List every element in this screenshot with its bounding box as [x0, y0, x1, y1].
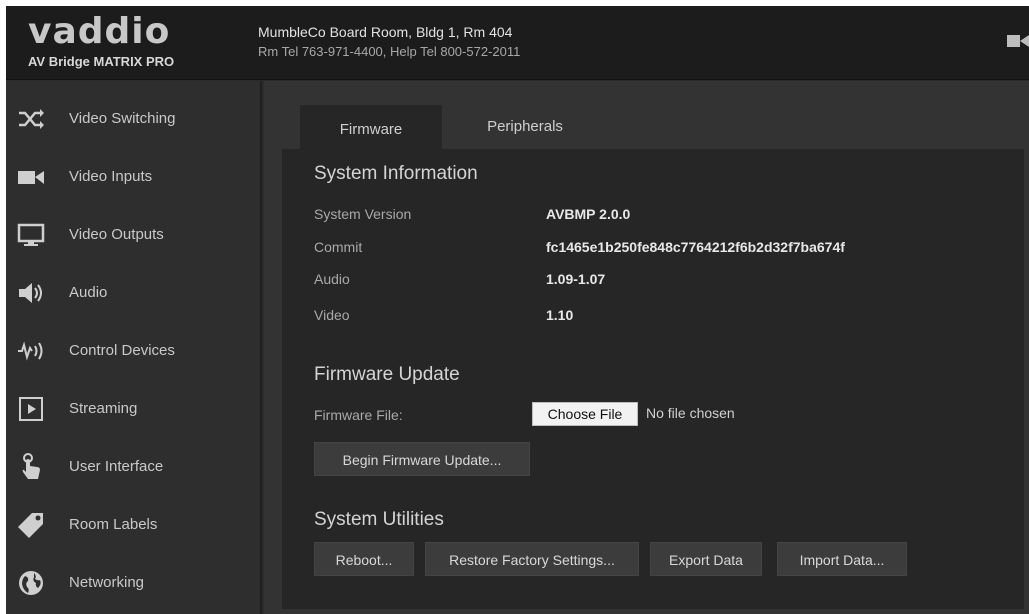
logo: vaddio AV Bridge MATRIX PRO	[6, 6, 244, 80]
header-bar: vaddio AV Bridge MATRIX PRO MumbleCo Boa…	[6, 6, 1029, 80]
room-phone: Rm Tel 763-971-4400, Help Tel 800-572-20…	[258, 44, 521, 59]
begin-firmware-update-button[interactable]: Begin Firmware Update...	[314, 442, 530, 476]
tag-icon	[18, 513, 43, 538]
file-status-text: No file chosen	[646, 405, 735, 421]
sidebar-item-label: Control Devices	[69, 342, 175, 359]
video-version-label: Video	[314, 307, 350, 323]
system-information-heading: System Information	[314, 163, 478, 184]
reboot-button[interactable]: Reboot...	[314, 542, 414, 576]
system-version-label: System Version	[314, 206, 412, 222]
sidebar-item-label: Video Outputs	[69, 226, 164, 243]
sidebar-item-label: Video Switching	[69, 110, 176, 127]
product-name: AV Bridge MATRIX PRO	[28, 54, 175, 69]
speaker-icon	[19, 283, 42, 303]
commit-value: fc1465e1b250fe848c7764212f6b2d32f7ba674f	[546, 239, 845, 255]
tab-peripherals[interactable]: Peripherals	[454, 105, 596, 149]
video-version-value: 1.10	[546, 307, 574, 323]
play-icon	[19, 397, 43, 421]
choose-file-button[interactable]: Choose File	[532, 402, 638, 426]
firmware-file-label: Firmware File:	[314, 407, 403, 423]
sidebar-item-control-devices[interactable]: Control Devices	[6, 322, 262, 380]
sidebar-item-label: Networking	[69, 574, 145, 591]
touch-hand-icon	[22, 453, 40, 479]
sidebar-nav: Video Switching Video Inputs Video Outpu…	[6, 81, 262, 614]
video-camera-icon	[18, 171, 44, 184]
sidebar-item-label: User Interface	[69, 458, 164, 475]
brand-logo-text: vaddio	[28, 11, 171, 52]
system-version-value: AVBMP 2.0.0	[546, 206, 631, 222]
audio-version-label: Audio	[314, 271, 350, 287]
sidebar-item-video-outputs[interactable]: Video Outputs	[6, 206, 262, 264]
signal-icon	[18, 341, 43, 361]
restore-factory-settings-button[interactable]: Restore Factory Settings...	[425, 542, 639, 576]
firmware-panel: System Information System Version AVBMP …	[282, 149, 1024, 609]
sidebar-item-networking[interactable]: Networking	[6, 554, 262, 612]
shuffle-icon	[19, 109, 44, 129]
commit-label: Commit	[314, 239, 363, 255]
audio-version-value: 1.09-1.07	[546, 271, 606, 287]
room-name: MumbleCo Board Room, Bldg 1, Rm 404	[258, 24, 513, 40]
main-content: Firmware Peripherals System Information …	[264, 81, 1029, 614]
sidebar-item-label: Room Labels	[69, 516, 158, 533]
sidebar-item-streaming[interactable]: Streaming	[6, 380, 262, 438]
sidebar-item-video-switching[interactable]: Video Switching	[6, 90, 262, 148]
sidebar-item-user-interface[interactable]: User Interface	[6, 438, 262, 496]
sidebar-item-label: Video Inputs	[69, 168, 153, 185]
app-window: vaddio AV Bridge MATRIX PRO MumbleCo Boa…	[6, 6, 1029, 614]
globe-icon	[19, 571, 43, 595]
firmware-update-heading: Firmware Update	[314, 364, 460, 385]
sidebar-item-label: Audio	[69, 284, 108, 301]
system-utilities-heading: System Utilities	[314, 509, 444, 530]
sidebar-item-audio[interactable]: Audio	[6, 264, 262, 322]
monitor-icon	[17, 223, 45, 246]
export-data-button[interactable]: Export Data	[650, 542, 762, 576]
sidebar-item-video-inputs[interactable]: Video Inputs	[6, 148, 262, 206]
sidebar-item-room-labels[interactable]: Room Labels	[6, 496, 262, 554]
tab-firmware[interactable]: Firmware	[300, 105, 442, 149]
import-data-button[interactable]: Import Data...	[777, 542, 907, 576]
video-camera-icon[interactable]	[1007, 32, 1029, 50]
sidebar-item-label: Streaming	[69, 400, 138, 417]
